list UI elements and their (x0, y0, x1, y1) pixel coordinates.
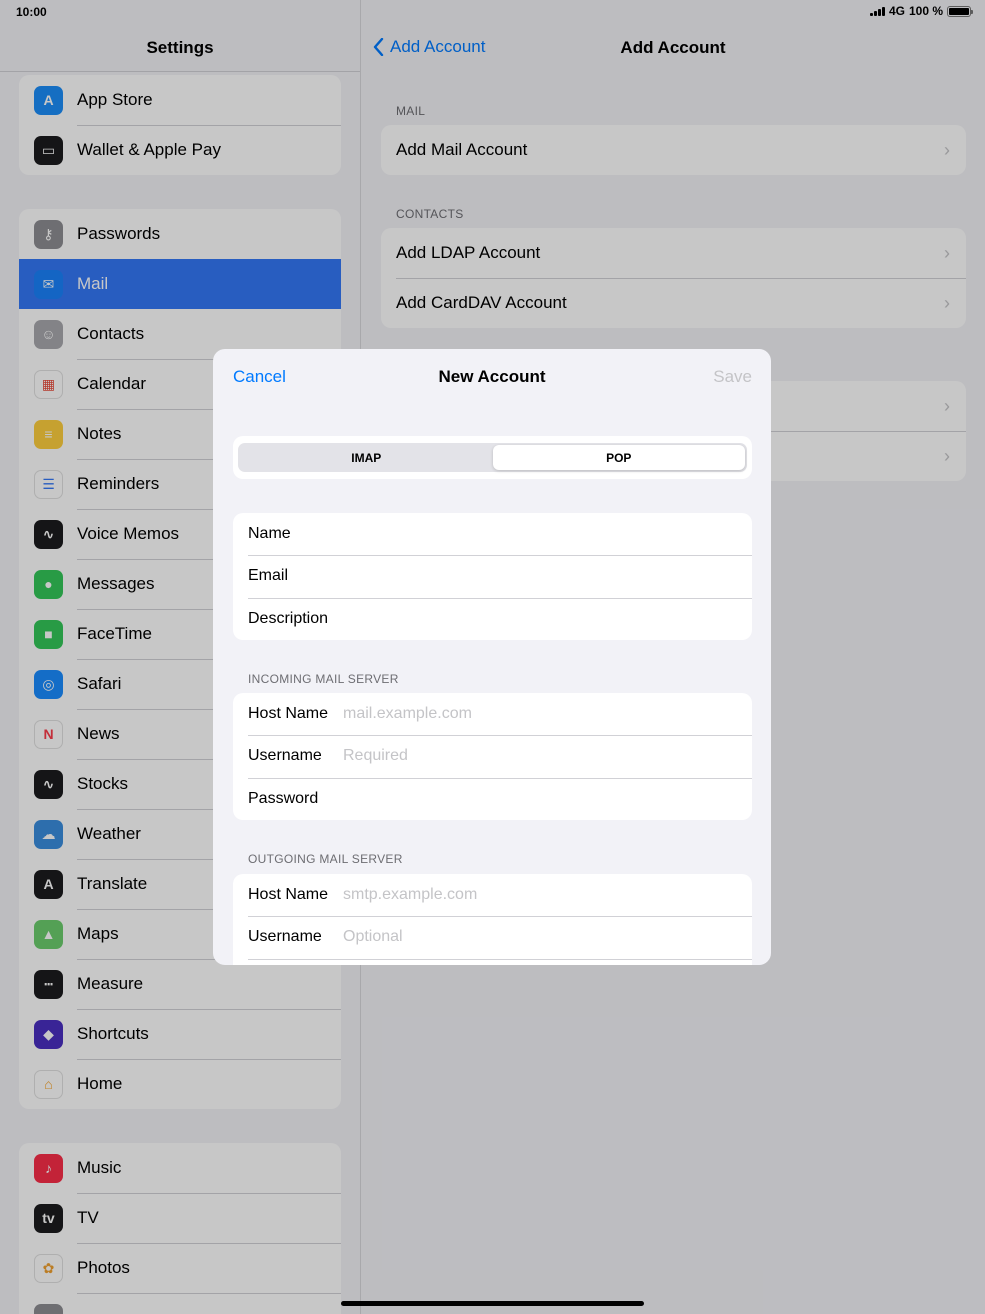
field-label: Host Name (248, 886, 329, 904)
segmented-control: IMAP POP (238, 443, 747, 472)
new-account-sheet: Cancel New Account Save IMAP POP Name Emai… (213, 349, 771, 965)
field-label: Username (248, 928, 322, 946)
field-label: Username (248, 747, 322, 765)
form-field-row[interactable]: Username Required (233, 735, 752, 777)
account-type-control: IMAP POP (233, 436, 752, 479)
account-info-group: Name Email Description (233, 513, 752, 640)
field-label: Password (248, 789, 319, 807)
incoming-server-group: Host Name mail.example.com Username Require… (233, 693, 752, 820)
field-input[interactable]: Optional (343, 928, 403, 946)
field-label: Host Name (248, 705, 329, 723)
form-field-row[interactable]: Name (233, 513, 752, 555)
form-field-row[interactable] (233, 958, 752, 965)
outgoing-server-group: Host Name smtp.example.com Username Optiona… (233, 874, 752, 965)
segment-pop[interactable]: POP (492, 445, 745, 470)
field-label: Email (248, 567, 289, 585)
field-label: Description (248, 609, 329, 627)
form-field-row[interactable]: Email (233, 555, 752, 597)
field-input[interactable]: smtp.example.com (343, 886, 477, 904)
form-field-row[interactable]: Host Name mail.example.com (233, 693, 752, 735)
sheet-title: New Account (438, 367, 546, 386)
segment-imap[interactable]: IMAP (240, 445, 493, 470)
save-button[interactable]: Save (713, 367, 752, 387)
outgoing-section-label: OUTGOING MAIL SERVER (248, 852, 403, 866)
field-input[interactable]: Required (343, 747, 408, 765)
form-field-row[interactable]: Description (233, 597, 752, 640)
incoming-section-label: INCOMING MAIL SERVER (248, 672, 399, 686)
form-field-row[interactable]: Password (233, 777, 752, 820)
field-label: Name (248, 525, 291, 543)
home-indicator[interactable] (341, 1301, 644, 1306)
form-field-row[interactable]: Host Name smtp.example.com (233, 874, 752, 916)
form-field-row[interactable]: Username Optional (233, 916, 752, 958)
field-input[interactable]: mail.example.com (343, 705, 472, 723)
